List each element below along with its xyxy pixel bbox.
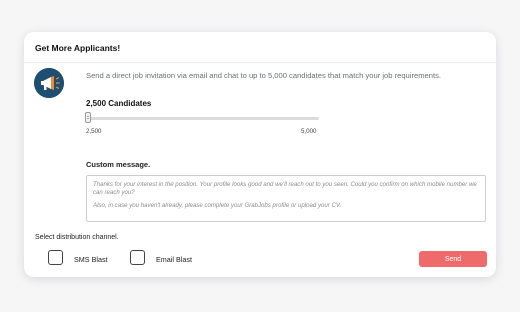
slider-min-label: 2,500 [86,128,102,135]
title-divider [24,62,496,63]
distribution-channel-label: Select distribution channel. [35,234,119,241]
candidate-slider-track[interactable] [86,117,319,120]
email-blast-checkbox[interactable] [130,250,145,265]
sms-blast-checkbox[interactable] [48,250,63,265]
get-more-applicants-card: Get More Applicants! Send a direct job i… [24,32,496,277]
slider-max-label: 5,000 [301,128,317,135]
candidate-count: 2,500 Candidates [86,99,152,108]
sms-blast-label: SMS Blast [74,255,108,264]
card-title: Get More Applicants! [35,43,121,53]
message-paragraph-2: Also, in case you haven't already, pleas… [93,201,342,209]
send-button[interactable]: Send [419,251,487,267]
email-blast-label: Email Blast [156,255,192,264]
custom-message-label: Custom message. [86,160,151,169]
candidate-slider-handle[interactable] [85,112,91,123]
invite-description: Send a direct job invitation via email a… [86,71,442,80]
message-paragraph-1: Thanks for your interest in the position… [93,181,477,197]
custom-message-textarea[interactable]: Thanks for your interest in the position… [86,175,486,222]
megaphone-icon [34,68,64,98]
